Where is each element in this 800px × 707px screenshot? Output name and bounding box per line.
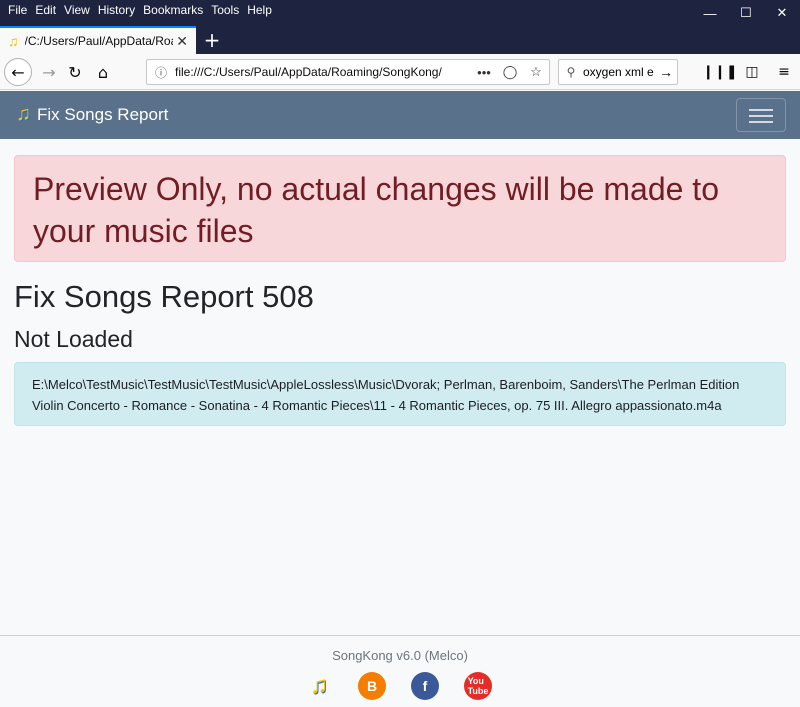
status-heading: Not Loaded bbox=[14, 326, 133, 352]
menu-help[interactable]: Help bbox=[243, 3, 276, 17]
search-icon: ⚲ bbox=[566, 65, 576, 79]
sidebar-icon[interactable]: ◫ bbox=[736, 60, 768, 84]
browser-tab[interactable]: ♫ /C:/Users/Paul/AppData/Roaming/SongKon… bbox=[0, 26, 196, 54]
search-input[interactable]: oxygen xml e bbox=[583, 65, 655, 79]
menu-file[interactable]: File bbox=[4, 3, 31, 17]
youtube-icon[interactable]: You Tube bbox=[464, 672, 492, 700]
minimize-icon[interactable]: — bbox=[692, 0, 728, 26]
tab-favicon-icon: ♫ bbox=[8, 33, 19, 49]
version-text: SongKong v6.0 (Melco) bbox=[332, 648, 468, 663]
library-icon[interactable]: ❙❙❚ bbox=[702, 60, 737, 84]
brand[interactable]: ♫ Fix Songs Report bbox=[16, 103, 168, 126]
menu-bookmarks[interactable]: Bookmarks bbox=[139, 3, 207, 17]
home-button[interactable]: ⌂ bbox=[90, 60, 116, 84]
close-window-icon[interactable]: ✕ bbox=[764, 0, 800, 26]
preview-warning-alert: Preview Only, no actual changes will be … bbox=[14, 155, 786, 262]
hamburger-menu-icon[interactable]: ≡ bbox=[768, 60, 800, 84]
bookmark-star-icon[interactable]: ☆ bbox=[523, 64, 549, 80]
blogger-icon[interactable]: B bbox=[358, 672, 386, 700]
menu-tools[interactable]: Tools bbox=[207, 3, 243, 17]
url-text[interactable]: file:///C:/Users/Paul/AppData/Roaming/So… bbox=[175, 65, 471, 79]
page-actions-icon[interactable]: ••• bbox=[471, 65, 497, 80]
url-bar[interactable]: ⓘ file:///C:/Users/Paul/AppData/Roaming/… bbox=[146, 59, 550, 85]
footer: SongKong v6.0 (Melco) ♫ B f You Tube bbox=[0, 635, 800, 707]
forward-button[interactable]: → bbox=[36, 60, 62, 84]
menu-history[interactable]: History bbox=[94, 3, 139, 17]
tab-title: /C:/Users/Paul/AppData/Roaming/SongKong/… bbox=[24, 34, 173, 48]
menu-view[interactable]: View bbox=[60, 3, 94, 17]
browser-toolbar: ← → ↻ ⌂ ⓘ file:///C:/Users/Paul/AppData/… bbox=[0, 54, 800, 90]
browser-title-bar: File Edit View History Bookmarks Tools H… bbox=[0, 0, 800, 26]
new-tab-button[interactable]: + bbox=[200, 26, 224, 54]
brand-text: Fix Songs Report bbox=[37, 104, 169, 124]
menu-edit[interactable]: Edit bbox=[31, 3, 60, 17]
songkong-icon[interactable]: ♫ bbox=[305, 672, 333, 700]
file-path-alert: E:\Melco\TestMusic\TestMusic\TestMusic\A… bbox=[14, 362, 786, 426]
back-button[interactable]: ← bbox=[4, 58, 32, 86]
tab-strip: ♫ /C:/Users/Paul/AppData/Roaming/SongKon… bbox=[0, 26, 800, 54]
app-navbar: ♫ Fix Songs Report bbox=[0, 91, 800, 139]
reload-button[interactable]: ↻ bbox=[62, 60, 88, 84]
page-title: Fix Songs Report 508 bbox=[14, 279, 314, 314]
close-tab-icon[interactable]: ✕ bbox=[176, 33, 188, 50]
navbar-toggle-button[interactable] bbox=[736, 98, 786, 132]
pocket-icon[interactable]: ◯ bbox=[497, 64, 523, 80]
maximize-icon[interactable]: ☐ bbox=[728, 0, 764, 26]
menu-bar: File Edit View History Bookmarks Tools H… bbox=[4, 3, 276, 17]
facebook-icon[interactable]: f bbox=[411, 672, 439, 700]
search-go-icon[interactable]: → bbox=[655, 64, 677, 80]
info-icon[interactable]: ⓘ bbox=[147, 64, 175, 81]
search-bar[interactable]: ⚲ oxygen xml e → bbox=[558, 59, 678, 85]
songkong-logo-icon: ♫ bbox=[16, 103, 31, 125]
